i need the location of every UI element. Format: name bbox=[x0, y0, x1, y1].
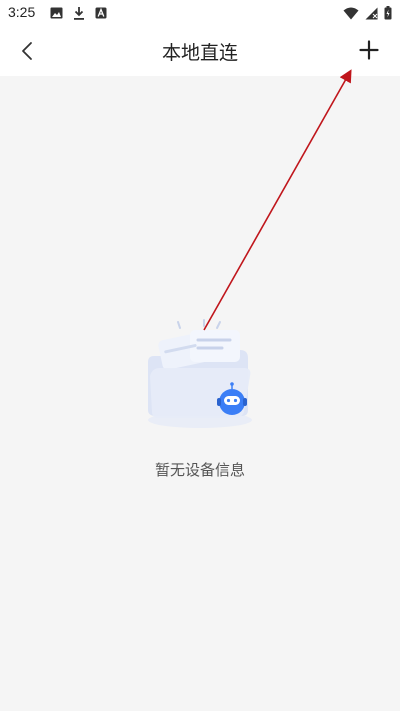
empty-folder-robot-illustration bbox=[138, 314, 262, 434]
empty-state-message: 暂无设备信息 bbox=[154, 461, 245, 479]
plus-icon bbox=[359, 40, 379, 60]
signal-icon bbox=[365, 7, 378, 20]
battery-icon bbox=[384, 6, 392, 20]
content-area: 暂无设备信息 bbox=[0, 76, 400, 711]
wifi-icon bbox=[343, 7, 359, 20]
status-icons-right bbox=[343, 6, 392, 20]
status-icons-left bbox=[50, 6, 107, 20]
app-bar: 本地直连 bbox=[0, 26, 400, 76]
page-title: 本地直连 bbox=[161, 42, 238, 64]
image-icon bbox=[50, 7, 63, 19]
download-icon bbox=[73, 6, 85, 20]
a-badge-icon bbox=[95, 7, 107, 19]
status-bar: 3:25 bbox=[0, 0, 400, 26]
add-device-button[interactable] bbox=[356, 37, 382, 63]
status-time: 3:25 bbox=[8, 4, 36, 20]
